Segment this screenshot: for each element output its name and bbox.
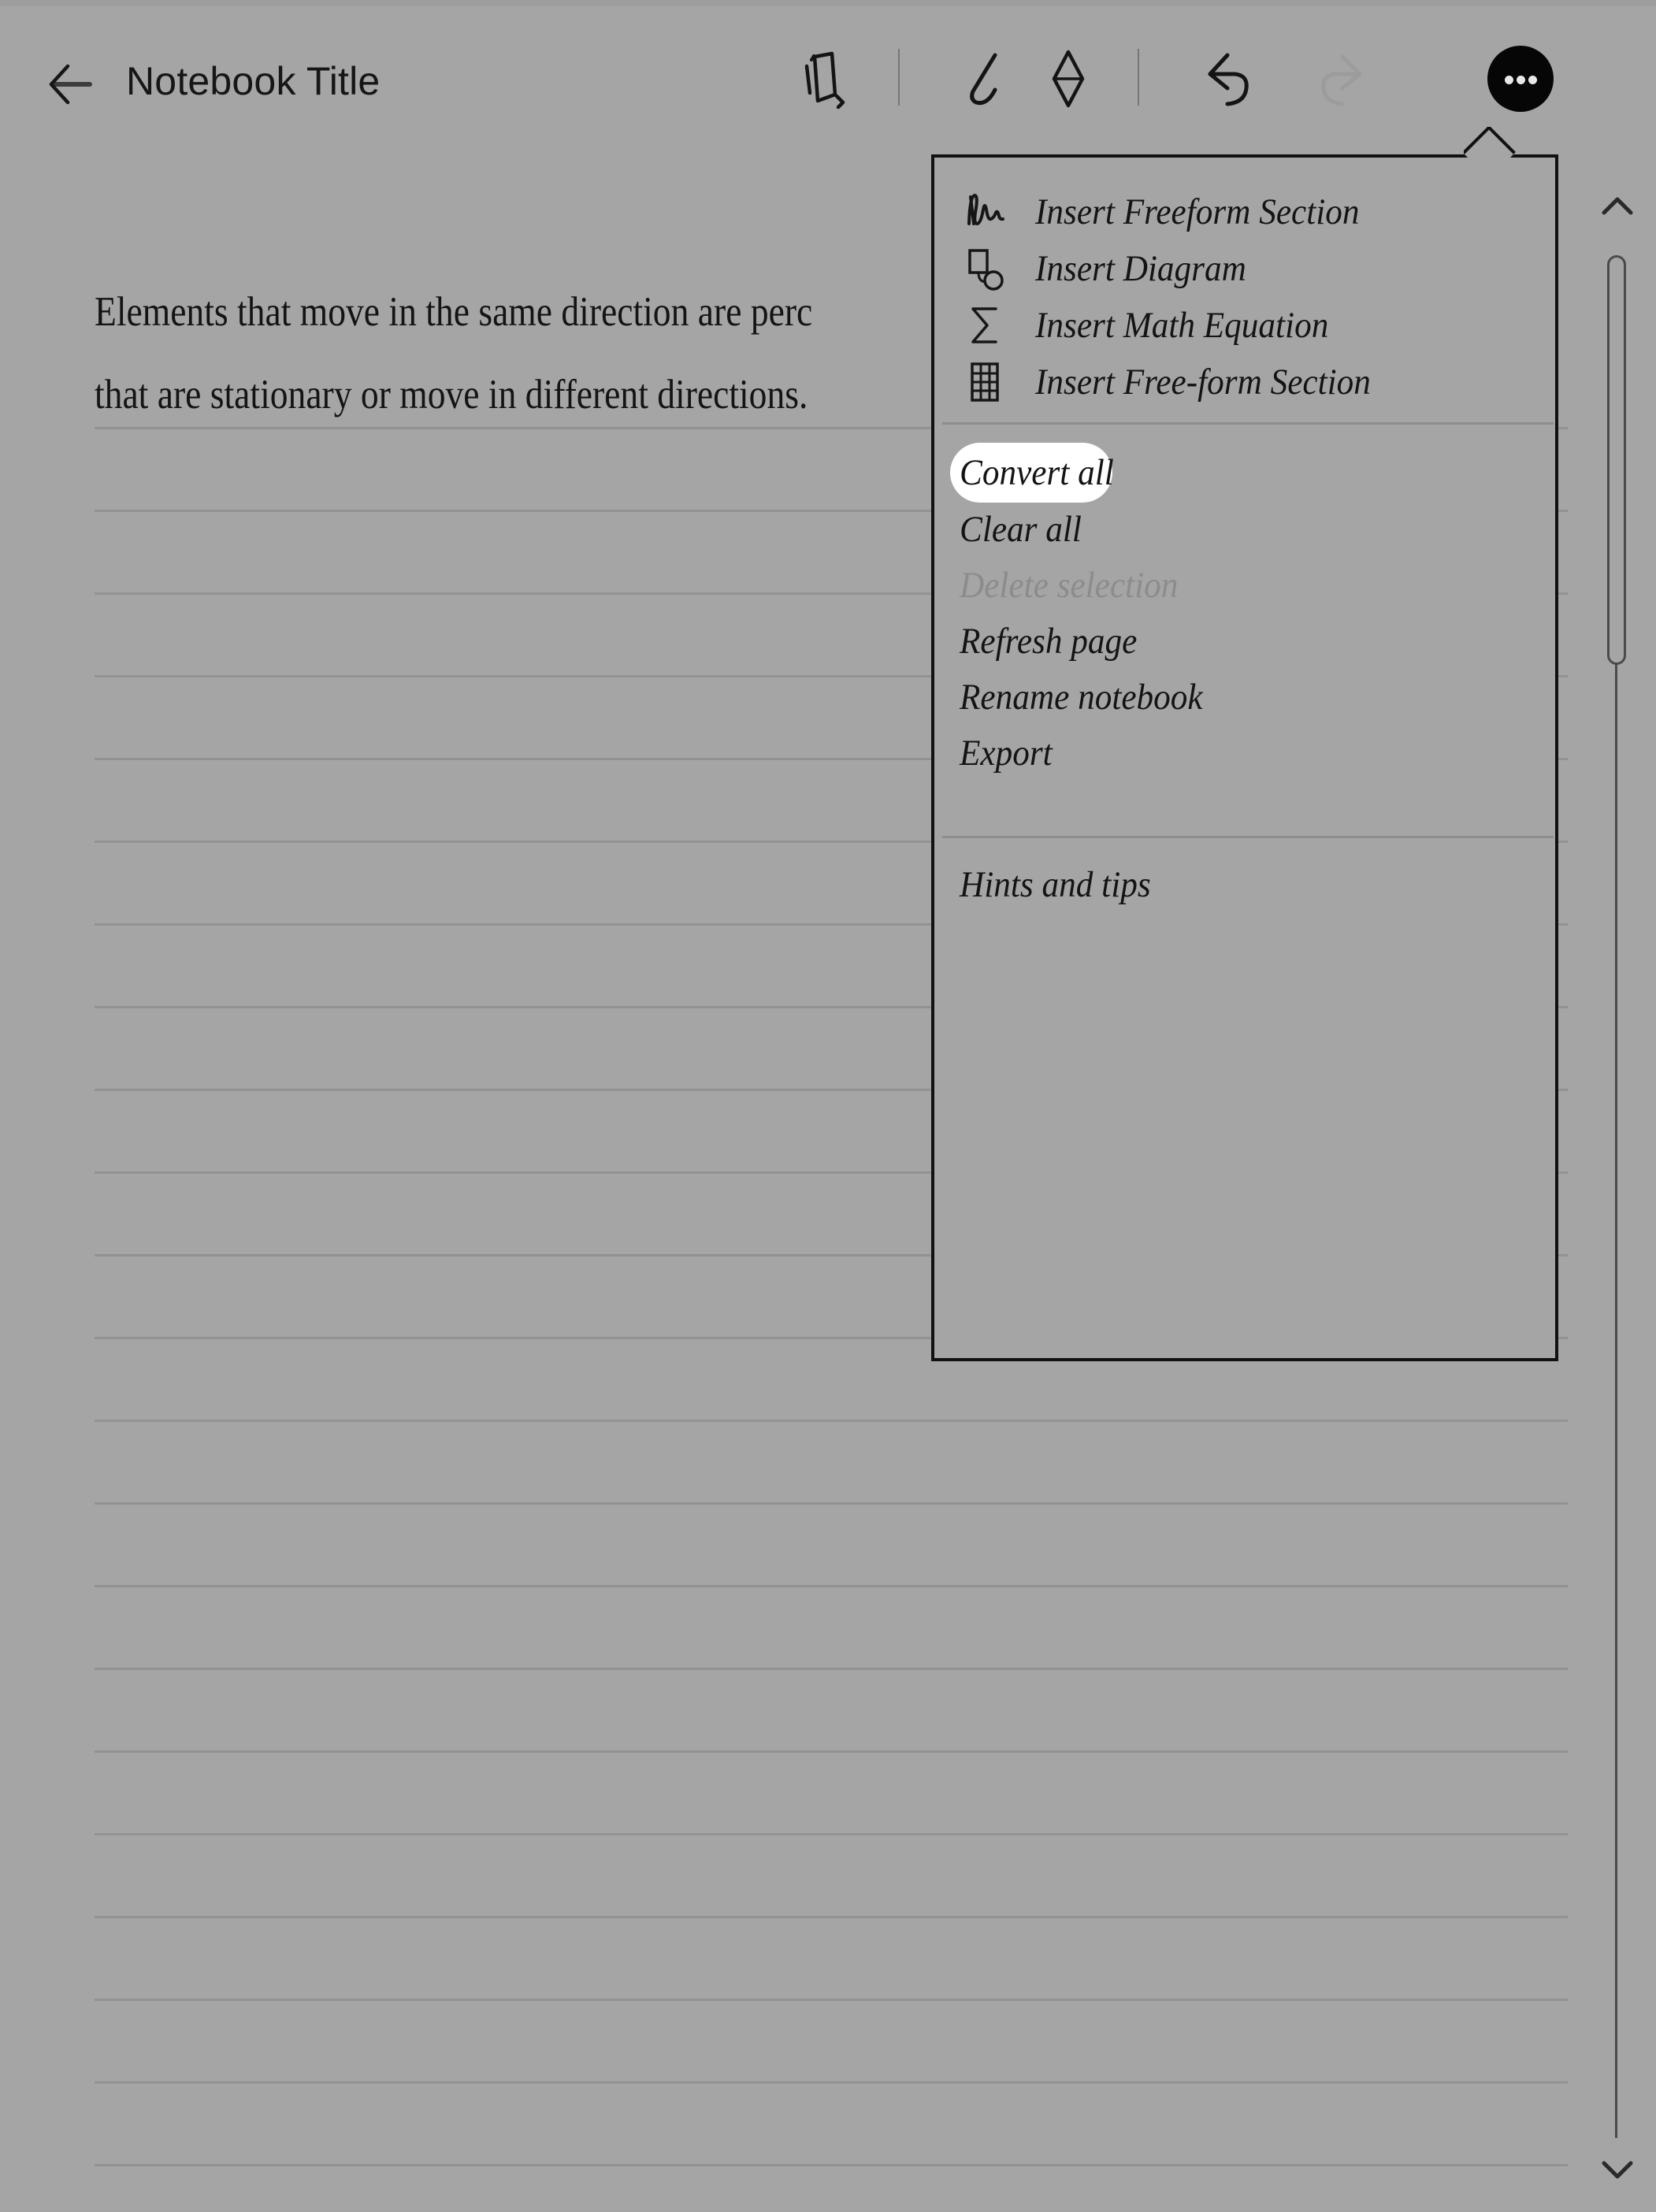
menu-item-label: Clear all [960, 509, 1082, 550]
menu-item-convert-all[interactable]: Convert all [934, 445, 1561, 502]
menu-item-insert-freeform-section[interactable]: Insert Freeform Section [934, 184, 1561, 241]
layers-icon[interactable] [788, 43, 860, 115]
toolbar-divider [898, 49, 900, 106]
menu-divider [942, 836, 1554, 838]
redo-icon [1308, 43, 1380, 115]
diagram-shapes-icon [960, 243, 1012, 295]
ruled-line [95, 1833, 1568, 1835]
note-text-line: Elements that move in the same direction… [95, 289, 813, 335]
ruled-line [95, 1502, 1568, 1505]
ruled-line [95, 2081, 1568, 2084]
notebook-app-screen: Elements that move in the same direction… [0, 0, 1656, 2212]
menu-item-label: Insert Free-form Section [1035, 362, 1371, 403]
more-dot [1528, 76, 1537, 84]
menu-item-hints-and-tips[interactable]: Hints and tips [934, 857, 1561, 914]
chevron-down-icon[interactable] [1601, 2158, 1634, 2182]
menu-item-refresh-page[interactable]: Refresh page [934, 614, 1561, 670]
table-grid-icon [960, 356, 1012, 408]
menu-item-insert-math-equation[interactable]: Insert Math Equation [934, 298, 1561, 354]
back-arrow-icon[interactable] [49, 61, 96, 107]
more-options-icon[interactable] [1487, 46, 1554, 112]
chevron-up-icon[interactable] [1601, 194, 1634, 217]
scrollbar-thumb[interactable] [1607, 255, 1626, 665]
toolbar: Notebook Title [0, 0, 1656, 154]
menu-item-label: Rename notebook [960, 677, 1203, 718]
ruled-line [95, 2164, 1568, 2166]
ruled-line [95, 1585, 1568, 1587]
more-dot [1517, 76, 1525, 84]
menu-item-insert-free-form-section[interactable]: Insert Free-form Section [934, 354, 1561, 411]
menu-item-label: Export [960, 733, 1053, 774]
ruled-line [95, 1668, 1568, 1670]
sigma-icon [960, 299, 1012, 351]
menu-item-label: Convert all [960, 452, 1114, 493]
menu-item-clear-all[interactable]: Clear all [934, 502, 1561, 559]
menu-item-label: Insert Freeform Section [1035, 191, 1360, 232]
toolbar-top-hairline [0, 0, 1656, 6]
ruled-line [95, 1999, 1568, 2001]
ruled-line [95, 1750, 1568, 1753]
undo-icon[interactable] [1190, 43, 1262, 115]
menu-item-delete-selection: Delete selection [934, 558, 1561, 614]
menu-item-label: Hints and tips [960, 864, 1151, 905]
menu-item-label: Insert Math Equation [1035, 305, 1329, 346]
more-dot [1505, 76, 1513, 84]
ruled-line [95, 1420, 1568, 1422]
ruled-line [95, 1916, 1568, 1918]
menu-item-export[interactable]: Export [934, 726, 1561, 782]
more-options-menu: Insert Freeform Section Insert Diagram I… [931, 154, 1558, 1361]
pen-icon[interactable] [949, 43, 1022, 115]
handwriting-squiggle-icon [960, 186, 1012, 238]
menu-item-label: Refresh page [960, 621, 1138, 662]
vertical-scrollbar[interactable] [1595, 154, 1639, 2212]
menu-item-rename-notebook[interactable]: Rename notebook [934, 670, 1561, 726]
menu-item-insert-diagram[interactable]: Insert Diagram [934, 241, 1561, 298]
eraser-icon[interactable] [1032, 43, 1105, 115]
toolbar-divider [1138, 49, 1139, 106]
menu-divider [942, 422, 1554, 425]
note-text-line: that are stationary or move in different… [95, 372, 808, 418]
page-title: Notebook Title [126, 59, 381, 103]
menu-item-label: Insert Diagram [1035, 248, 1246, 289]
menu-item-label: Delete selection [960, 565, 1179, 606]
